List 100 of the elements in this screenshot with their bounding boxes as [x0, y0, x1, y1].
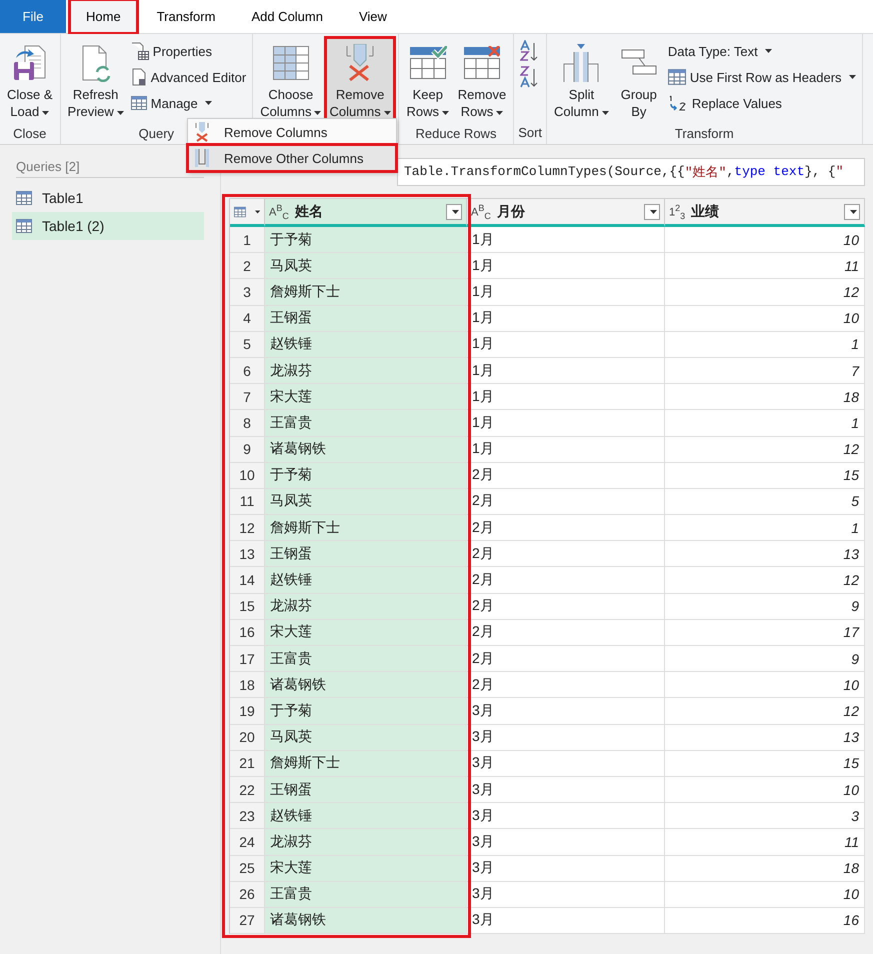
- filter-button[interactable]: [844, 204, 860, 220]
- table-cell: 3月: [467, 750, 665, 777]
- filter-button[interactable]: [446, 204, 462, 220]
- row-number: 15: [230, 594, 265, 620]
- query-item[interactable]: Table1 (2): [12, 212, 204, 240]
- table-cell: 10: [665, 672, 865, 698]
- table-cell: 赵铁锤: [265, 332, 467, 358]
- ribbon-button[interactable]: Refresh Preview: [64, 38, 127, 122]
- table-cell: 2月: [467, 672, 665, 698]
- table-cell: 1: [665, 410, 865, 436]
- ribbon-button[interactable]: Group By: [614, 38, 664, 122]
- row-number: 18: [230, 672, 265, 698]
- row-number: 24: [230, 829, 265, 856]
- ribbon-button[interactable]: Use First Row as Headers: [666, 66, 858, 88]
- table-cell: 王富贵: [265, 882, 467, 908]
- table-cell: 詹姆斯下士: [265, 515, 467, 542]
- ribbon-button[interactable]: Split Column: [551, 38, 612, 122]
- table-cell: 赵铁锤: [265, 567, 467, 594]
- ribbon-button[interactable]: Replace Values: [666, 92, 858, 114]
- keep-rows-icon: [408, 46, 447, 80]
- ribbon-button[interactable]: Properties: [128, 40, 248, 62]
- table-icon: [16, 191, 32, 205]
- table-cell: 15: [665, 462, 865, 489]
- sort-descending-icon: [520, 66, 538, 88]
- keep-column-icon: [194, 148, 210, 168]
- ribbon-tab[interactable]: Add Column: [235, 0, 339, 33]
- table-cell: 2月: [467, 515, 665, 542]
- caret-icon: [116, 110, 124, 115]
- caret-icon: [452, 210, 459, 214]
- menu-item[interactable]: Remove Other Columns: [188, 145, 396, 171]
- table-cell: 1: [665, 332, 865, 358]
- table-cell: 9: [665, 646, 865, 672]
- caret-icon: [848, 75, 856, 79]
- ribbon-button[interactable]: Manage: [128, 92, 248, 114]
- remove-rows-icon: [462, 46, 501, 80]
- table-cell: 龙淑芬: [265, 829, 467, 856]
- group-label: Reduce Rows: [416, 126, 496, 140]
- table-cell: 9: [665, 594, 865, 620]
- ribbon-tab[interactable]: Transform: [140, 0, 232, 33]
- column-header[interactable]: A$^{B}$$_{C}$ 月份: [467, 198, 665, 227]
- ribbon-button[interactable]: Advanced Editor: [128, 66, 248, 88]
- filter-button[interactable]: [644, 204, 660, 220]
- sort-button[interactable]: [518, 40, 540, 62]
- table-cell: 13: [665, 541, 865, 568]
- group-label: Transform: [674, 126, 734, 140]
- table-cell: 2月: [467, 594, 665, 620]
- table-corner-button[interactable]: [230, 198, 265, 227]
- table-icon: [234, 204, 246, 218]
- ribbon-button[interactable]: Data Type: Text: [666, 40, 858, 62]
- row-number: 6: [230, 358, 265, 384]
- table-cell: 3月: [467, 829, 665, 856]
- split-column-icon: [562, 44, 600, 82]
- table-cell: 12: [665, 436, 865, 463]
- table-cell: 11: [665, 829, 865, 856]
- table-cell: 10: [665, 227, 865, 254]
- file-tab[interactable]: File: [0, 0, 66, 33]
- table-cell: 诸葛钢铁: [265, 672, 467, 698]
- caret-icon: [204, 101, 212, 105]
- query-item[interactable]: Table1: [12, 184, 204, 212]
- save-load-icon: [12, 44, 47, 82]
- table-cell: 10: [665, 306, 865, 332]
- table-cell: 王富贵: [265, 410, 467, 436]
- table-columns-icon: [272, 46, 309, 80]
- table-cell: 5: [665, 488, 865, 516]
- table-cell: 龙淑芬: [265, 358, 467, 384]
- table-cell: 宋大莲: [265, 384, 467, 410]
- row-number: 13: [230, 541, 265, 568]
- group-label: Query: [138, 126, 174, 140]
- table-cell: 12: [665, 698, 865, 725]
- table-cell: 7: [665, 358, 865, 384]
- column-header[interactable]: A$^{B}$$_{C}$ 姓名: [265, 198, 467, 227]
- ribbon-button[interactable]: Keep Rows: [402, 38, 453, 122]
- row-number: 14: [230, 567, 265, 594]
- table-cell: 2月: [467, 541, 665, 568]
- table-cell: 3月: [467, 882, 665, 908]
- table-cell: 王钢蛋: [265, 306, 467, 332]
- row-number: 22: [230, 776, 265, 804]
- sort-button[interactable]: [518, 66, 540, 88]
- ribbon-button[interactable]: Close & Load: [4, 38, 56, 122]
- caret-icon: [496, 110, 504, 115]
- table-cell: 18: [665, 856, 865, 882]
- formula-field[interactable]: Table.TransformColumnTypes(Source,{{"姓名",type text}, {": [397, 158, 865, 186]
- row-number: 10: [230, 462, 265, 489]
- caret-icon: [314, 110, 322, 115]
- column-header[interactable]: 1$^{2}$$_{3}$ 业绩: [665, 198, 865, 227]
- table-cell: 18: [665, 384, 865, 410]
- row-number: 16: [230, 620, 265, 646]
- document-icon: [130, 68, 147, 86]
- menu-item[interactable]: Remove Columns: [188, 119, 396, 145]
- pane-title: Queries [2]: [16, 159, 204, 178]
- table-cell: 3月: [467, 908, 665, 934]
- ribbon-tab[interactable]: View: [342, 0, 403, 33]
- ribbon-tab[interactable]: Home: [70, 0, 137, 33]
- table-cell: 2月: [467, 567, 665, 594]
- table-cell: 1月: [467, 384, 665, 410]
- table-cell: 2月: [467, 646, 665, 672]
- caret-icon: [384, 110, 391, 115]
- table-cell: 17: [665, 620, 865, 646]
- group-label: Sort: [518, 124, 542, 140]
- ribbon-button[interactable]: Remove Rows: [454, 38, 510, 122]
